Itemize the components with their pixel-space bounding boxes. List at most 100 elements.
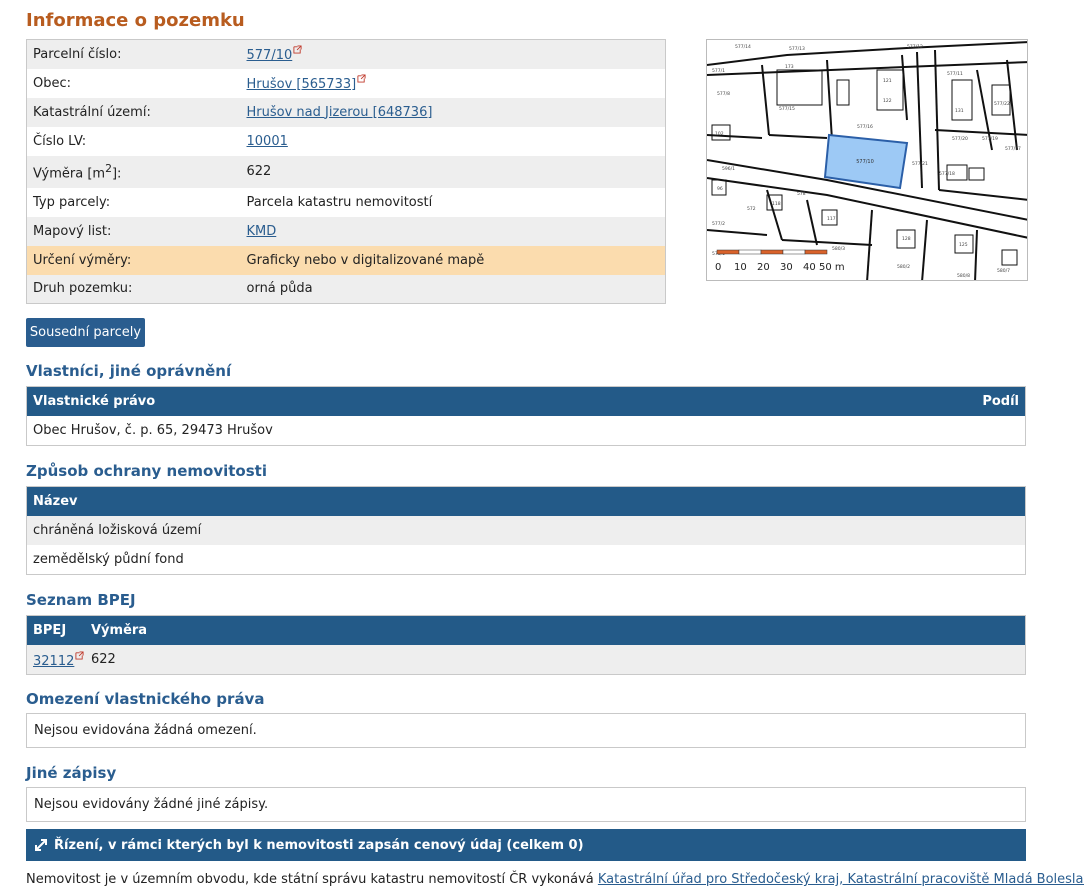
cadastral-map-svg: 577/10 577/14 577/13 577/1 173 121 577/1… bbox=[707, 41, 1027, 280]
info-row-typ-parcely: Typ parcely: Parcela katastru nemovitost… bbox=[26, 187, 666, 217]
svg-text:577/19: 577/19 bbox=[982, 136, 998, 142]
vlastnici-panel: Vlastnické právo Podíl Obec Hrušov, č. p… bbox=[26, 386, 1026, 446]
info-value: Graficky nebo v digitalizované mapě bbox=[240, 245, 666, 275]
external-link-icon[interactable] bbox=[357, 74, 366, 83]
katastralni-urad-link[interactable]: Katastrální úřad pro Středočeský kraj, K… bbox=[598, 872, 1084, 887]
ochrana-header: Název bbox=[27, 487, 1025, 516]
svg-text:577/22: 577/22 bbox=[994, 101, 1010, 107]
info-row-katastralni-uzemi: Katastrální území: Hrušov nad Jizerou [6… bbox=[26, 97, 666, 127]
svg-text:118: 118 bbox=[772, 201, 781, 207]
scale-label: 20 bbox=[757, 262, 770, 273]
ochrana-panel: Název chráněná ložisková území zemědělsk… bbox=[26, 486, 1026, 575]
scale-label: 50 m bbox=[819, 262, 845, 273]
vlastnici-header: Vlastnické právo Podíl bbox=[27, 387, 1025, 416]
page-title: Informace o pozemku bbox=[26, 10, 245, 31]
col-podil: Podíl bbox=[982, 394, 1019, 409]
info-label: Katastrální území: bbox=[26, 97, 241, 127]
info-row-cislo-lv: Číslo LV: 10001 bbox=[26, 126, 666, 156]
info-label: Druh pozemku: bbox=[26, 274, 241, 304]
info-label: Výměra [m2]: bbox=[26, 155, 241, 188]
svg-text:580/2: 580/2 bbox=[897, 264, 910, 270]
rizeni-toggle[interactable]: Řízení, v rámci kterých byl k nemovitost… bbox=[26, 829, 1026, 861]
section-title-omezeni: Omezení vlastnického práva bbox=[26, 690, 265, 708]
svg-text:596/1: 596/1 bbox=[722, 166, 735, 172]
svg-text:577/8: 577/8 bbox=[717, 91, 730, 97]
bpej-header: BPEJ Výměra bbox=[27, 616, 1025, 645]
bpej-link[interactable]: 32112 bbox=[33, 654, 74, 669]
parcel-info-table: Parcelní číslo: 577/10 Obec: Hrušov [565… bbox=[26, 39, 666, 304]
expand-arrows-icon bbox=[35, 839, 47, 851]
col-bpej: BPEJ bbox=[33, 623, 67, 638]
footer-text: Nemovitost je v územním obvodu, kde stát… bbox=[26, 872, 598, 887]
info-label: Parcelní číslo: bbox=[26, 39, 241, 69]
svg-text:577/20: 577/20 bbox=[952, 136, 968, 142]
svg-text:577/17: 577/17 bbox=[1005, 146, 1021, 152]
bpej-row: 32112 622 bbox=[27, 645, 1025, 674]
section-title-ochrana: Způsob ochrany nemovitosti bbox=[26, 462, 267, 480]
svg-text:572: 572 bbox=[747, 206, 756, 212]
svg-text:125: 125 bbox=[959, 242, 968, 248]
info-value: Parcela katastru nemovitostí bbox=[240, 187, 666, 217]
info-row-obec: Obec: Hrušov [565733] bbox=[26, 68, 666, 98]
sousedni-parcely-button[interactable]: Sousední parcely bbox=[26, 318, 145, 347]
katastralni-uzemi-link[interactable]: Hrušov nad Jizerou [648736] bbox=[247, 105, 433, 120]
bpej-vymera: 622 bbox=[91, 652, 116, 667]
svg-text:577/16: 577/16 bbox=[857, 124, 873, 130]
jine-zapisy-panel: Nejsou evidovány žádné jiné zápisy. bbox=[26, 787, 1026, 822]
info-row-parcelni-cislo: Parcelní číslo: 577/10 bbox=[26, 39, 666, 69]
omezeni-panel: Nejsou evidována žádná omezení. bbox=[26, 713, 1026, 748]
svg-text:580/3: 580/3 bbox=[832, 246, 845, 252]
info-label: Mapový list: bbox=[26, 216, 241, 246]
scale-label: 0 bbox=[715, 262, 721, 273]
svg-text:117: 117 bbox=[827, 216, 836, 222]
info-label: Určení výměry: bbox=[26, 245, 241, 275]
svg-text:577/2: 577/2 bbox=[712, 221, 725, 227]
info-row-mapovy-list: Mapový list: KMD bbox=[26, 216, 666, 246]
svg-text:131: 131 bbox=[955, 108, 964, 114]
svg-text:577/21: 577/21 bbox=[912, 161, 928, 167]
scale-label: 40 bbox=[803, 262, 816, 273]
svg-text:102: 102 bbox=[715, 131, 724, 137]
col-vymera: Výměra bbox=[91, 623, 148, 638]
svg-text:577/11: 577/11 bbox=[947, 71, 963, 77]
footer-note: Nemovitost je v územním obvodu, kde stát… bbox=[26, 869, 1084, 887]
cadastral-map[interactable]: 577/10 577/14 577/13 577/1 173 121 577/1… bbox=[706, 39, 1028, 281]
owner-row: Obec Hrušov, č. p. 65, 29473 Hrušov bbox=[33, 423, 273, 438]
svg-text:577/1: 577/1 bbox=[712, 68, 725, 74]
svg-text:577/12: 577/12 bbox=[907, 44, 923, 50]
cislo-lv-link[interactable]: 10001 bbox=[247, 134, 288, 149]
svg-text:122: 122 bbox=[883, 98, 892, 104]
section-title-vlastnici: Vlastníci, jiné oprávnění bbox=[26, 362, 232, 380]
svg-text:577/18: 577/18 bbox=[939, 171, 955, 177]
rizeni-label: Řízení, v rámci kterých byl k nemovitost… bbox=[54, 837, 584, 853]
map-scale-bar: 0 10 20 30 40 50 m bbox=[715, 249, 845, 273]
info-label: Číslo LV: bbox=[26, 126, 241, 156]
svg-text:128: 128 bbox=[902, 236, 911, 242]
info-value: 622 bbox=[240, 155, 666, 188]
external-link-icon[interactable] bbox=[293, 45, 302, 54]
parcel-number-link[interactable]: 577/10 bbox=[247, 48, 293, 63]
svg-text:96: 96 bbox=[717, 186, 723, 192]
svg-text:577/15: 577/15 bbox=[779, 106, 795, 112]
ochrana-row: zemědělský půdní fond bbox=[33, 552, 184, 567]
info-value: orná půda bbox=[240, 274, 666, 304]
svg-text:578: 578 bbox=[797, 191, 806, 197]
svg-text:580/8: 580/8 bbox=[957, 273, 970, 279]
info-label: Obec: bbox=[26, 68, 241, 98]
info-row-urceni-vymery: Určení výměry: Graficky nebo v digitaliz… bbox=[26, 245, 666, 275]
obec-link[interactable]: Hrušov [565733] bbox=[247, 77, 357, 92]
svg-text:577/13: 577/13 bbox=[789, 46, 805, 52]
jine-zapisy-text: Nejsou evidovány žádné jiné zápisy. bbox=[34, 797, 269, 812]
svg-text:580/7: 580/7 bbox=[997, 268, 1010, 274]
svg-text:121: 121 bbox=[883, 78, 892, 84]
svg-text:577/14: 577/14 bbox=[735, 44, 751, 50]
section-title-jine-zapisy: Jiné zápisy bbox=[26, 764, 117, 782]
info-label: Typ parcely: bbox=[26, 187, 241, 217]
scale-label: 30 bbox=[780, 262, 793, 273]
external-link-icon[interactable] bbox=[75, 650, 84, 660]
ochrana-row: chráněná ložisková území bbox=[27, 516, 1025, 545]
bpej-panel: BPEJ Výměra 32112 622 bbox=[26, 615, 1026, 675]
omezeni-text: Nejsou evidována žádná omezení. bbox=[34, 723, 257, 738]
info-row-druh-pozemku: Druh pozemku: orná půda bbox=[26, 274, 666, 304]
mapovy-list-link[interactable]: KMD bbox=[247, 224, 277, 239]
